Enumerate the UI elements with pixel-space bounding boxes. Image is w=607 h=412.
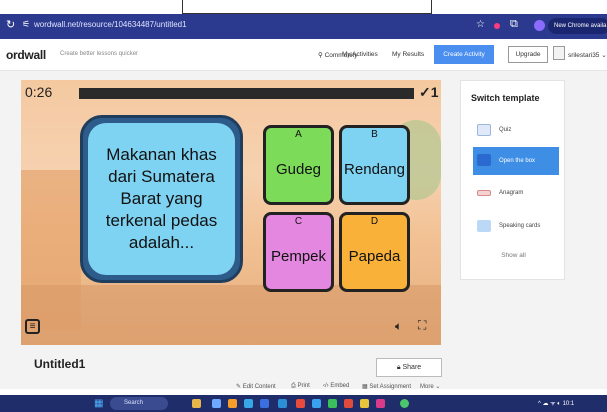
- game-area: 0:26 ✓1 Makanan khas dari Sumatera Barat…: [21, 80, 441, 345]
- profile-avatar[interactable]: [534, 20, 545, 31]
- print-label: Print: [297, 383, 310, 389]
- create-activity-button[interactable]: Create Activity: [434, 45, 494, 64]
- answer-label: Pempek: [270, 248, 327, 265]
- extensions-puzzle-icon[interactable]: ⧉: [510, 18, 518, 31]
- open-box-icon: [477, 154, 491, 166]
- activity-actions: ✎ Edit Content ⎙ Print ‹/› Embed ▦ Set A…: [0, 383, 607, 391]
- speaking-cards-icon: [477, 220, 491, 232]
- answer-letter: A: [295, 129, 302, 140]
- new-chrome-available-button[interactable]: New Chrome availa: [548, 18, 607, 34]
- windows-taskbar: ▦ Search ^ ☁ ᯤ 🔈︎ 10:1: [0, 395, 607, 412]
- embed-label: Embed: [330, 383, 350, 389]
- site-info-icon[interactable]: ⚟: [22, 19, 30, 30]
- site-header: ordwall Create better lessons quicker ⚲ …: [0, 39, 607, 71]
- bookmark-star-icon[interactable]: ☆: [476, 19, 485, 30]
- windows-start-icon[interactable]: ▦: [94, 398, 103, 409]
- upgrade-button[interactable]: Upgrade: [508, 46, 548, 63]
- assignment-icon: ▦: [362, 384, 368, 390]
- refresh-icon[interactable]: ↻: [6, 18, 15, 31]
- quiz-icon: [477, 124, 491, 136]
- taskbar-app-icon[interactable]: [296, 399, 305, 408]
- edit-label: Edit Content: [242, 384, 276, 390]
- taskbar-app-icon[interactable]: [376, 399, 385, 408]
- answer-d[interactable]: D Papeda: [339, 212, 410, 292]
- clock: 10:1: [562, 401, 575, 407]
- score-counter: ✓1: [419, 84, 439, 100]
- taskbar-search-label: Search: [124, 400, 144, 406]
- question-card-inner: Makanan khas dari Sumatera Barat yang te…: [88, 123, 235, 275]
- print-icon: ⎙: [291, 383, 296, 389]
- switch-template-title: Switch template: [471, 93, 540, 103]
- taskbar-app-icon[interactable]: [260, 399, 269, 408]
- answer-letter: D: [370, 216, 379, 227]
- embed-link[interactable]: ‹/› Embed: [323, 383, 349, 389]
- menu-icon[interactable]: ≡: [25, 319, 40, 334]
- switch-template-panel: Switch template Quiz Open the box Anagra…: [460, 80, 565, 280]
- my-activities-link[interactable]: My Activities: [342, 51, 378, 58]
- answer-letter: C: [294, 216, 303, 227]
- question-card: Makanan khas dari Sumatera Barat yang te…: [80, 115, 243, 283]
- taskbar-app-icon[interactable]: [212, 399, 221, 408]
- template-label: Open the box: [499, 158, 536, 164]
- taskbar-app-icon[interactable]: [344, 399, 353, 408]
- anagram-icon: [477, 190, 491, 196]
- system-tray[interactable]: ^ ☁ ᯤ 🔈︎ 10:1: [538, 399, 574, 408]
- answer-label: Rendang: [344, 161, 405, 178]
- print-link[interactable]: ⎙ Print: [291, 383, 310, 390]
- edit-content-link[interactable]: ✎ Edit Content: [236, 383, 276, 390]
- taskbar-app-icon[interactable]: [400, 399, 409, 408]
- tagline: Create better lessons quicker: [60, 51, 139, 57]
- username: srilestari35: [568, 52, 600, 59]
- user-avatar[interactable]: [553, 46, 565, 60]
- template-anagram[interactable]: Anagram: [473, 181, 559, 205]
- my-results-link[interactable]: My Results: [392, 51, 424, 58]
- timer-bar: [79, 88, 414, 99]
- chevron-down-icon: ⌄: [435, 384, 441, 390]
- taskbar-search[interactable]: Search: [110, 397, 168, 410]
- template-open-the-box[interactable]: Open the box: [473, 147, 559, 175]
- answer-c[interactable]: C Pempek: [263, 212, 334, 292]
- taskbar-app-icon[interactable]: [278, 399, 287, 408]
- search-icon: ⚲: [318, 52, 323, 59]
- answer-letter: B: [371, 129, 378, 140]
- template-label: Anagram: [499, 190, 524, 196]
- embed-icon: ‹/›: [323, 383, 329, 389]
- sound-icon[interactable]: 🔈︎: [395, 319, 402, 334]
- taskbar-app-icon[interactable]: [312, 399, 321, 408]
- taskbar-app-icon[interactable]: [244, 399, 253, 408]
- pencil-icon: ✎: [236, 384, 242, 390]
- background-floor: [21, 285, 441, 345]
- extension-icon[interactable]: [494, 23, 500, 29]
- share-label: Share: [402, 364, 422, 371]
- template-quiz[interactable]: Quiz: [473, 118, 559, 142]
- show-all-link[interactable]: Show all: [461, 252, 566, 259]
- taskbar-app-icon[interactable]: [192, 399, 201, 408]
- page-title: Untitled1: [34, 357, 86, 371]
- answer-label: Gudeg: [275, 161, 322, 178]
- answer-b[interactable]: B Rendang: [339, 125, 410, 205]
- browser-toolbar: ↻ ⚟ wordwall.net/resource/104634487/unti…: [0, 14, 607, 39]
- template-speaking-cards[interactable]: Speaking cards: [473, 214, 559, 238]
- wordwall-logo[interactable]: ordwall: [6, 48, 46, 62]
- template-label: Quiz: [499, 127, 512, 133]
- username-menu[interactable]: srilestari35 ⌄: [568, 51, 607, 59]
- taskbar-app-icon[interactable]: [228, 399, 237, 408]
- share-button[interactable]: 🔒︎ Share: [376, 358, 442, 377]
- answer-a[interactable]: A Gudeg: [263, 125, 334, 205]
- assignment-label: Set Assignment: [369, 384, 412, 390]
- more-menu[interactable]: More ⌄: [420, 383, 440, 390]
- taskbar-app-icon[interactable]: [360, 399, 369, 408]
- lock-icon: 🔒︎: [396, 364, 401, 371]
- more-label: More: [420, 384, 434, 390]
- timer: 0:26: [25, 84, 53, 100]
- top-overlay-box: [182, 0, 432, 14]
- fullscreen-icon[interactable]: ⛶: [418, 318, 426, 333]
- taskbar-app-icon[interactable]: [328, 399, 337, 408]
- address-bar[interactable]: wordwall.net/resource/104634487/untitled…: [34, 20, 187, 29]
- answer-label: Papeda: [348, 248, 401, 265]
- chevron-down-icon: ⌄: [601, 52, 607, 59]
- template-label: Speaking cards: [499, 223, 541, 229]
- set-assignment-link[interactable]: ▦ Set Assignment: [362, 383, 411, 390]
- question-text: Makanan khas dari Sumatera Barat yang te…: [105, 145, 218, 252]
